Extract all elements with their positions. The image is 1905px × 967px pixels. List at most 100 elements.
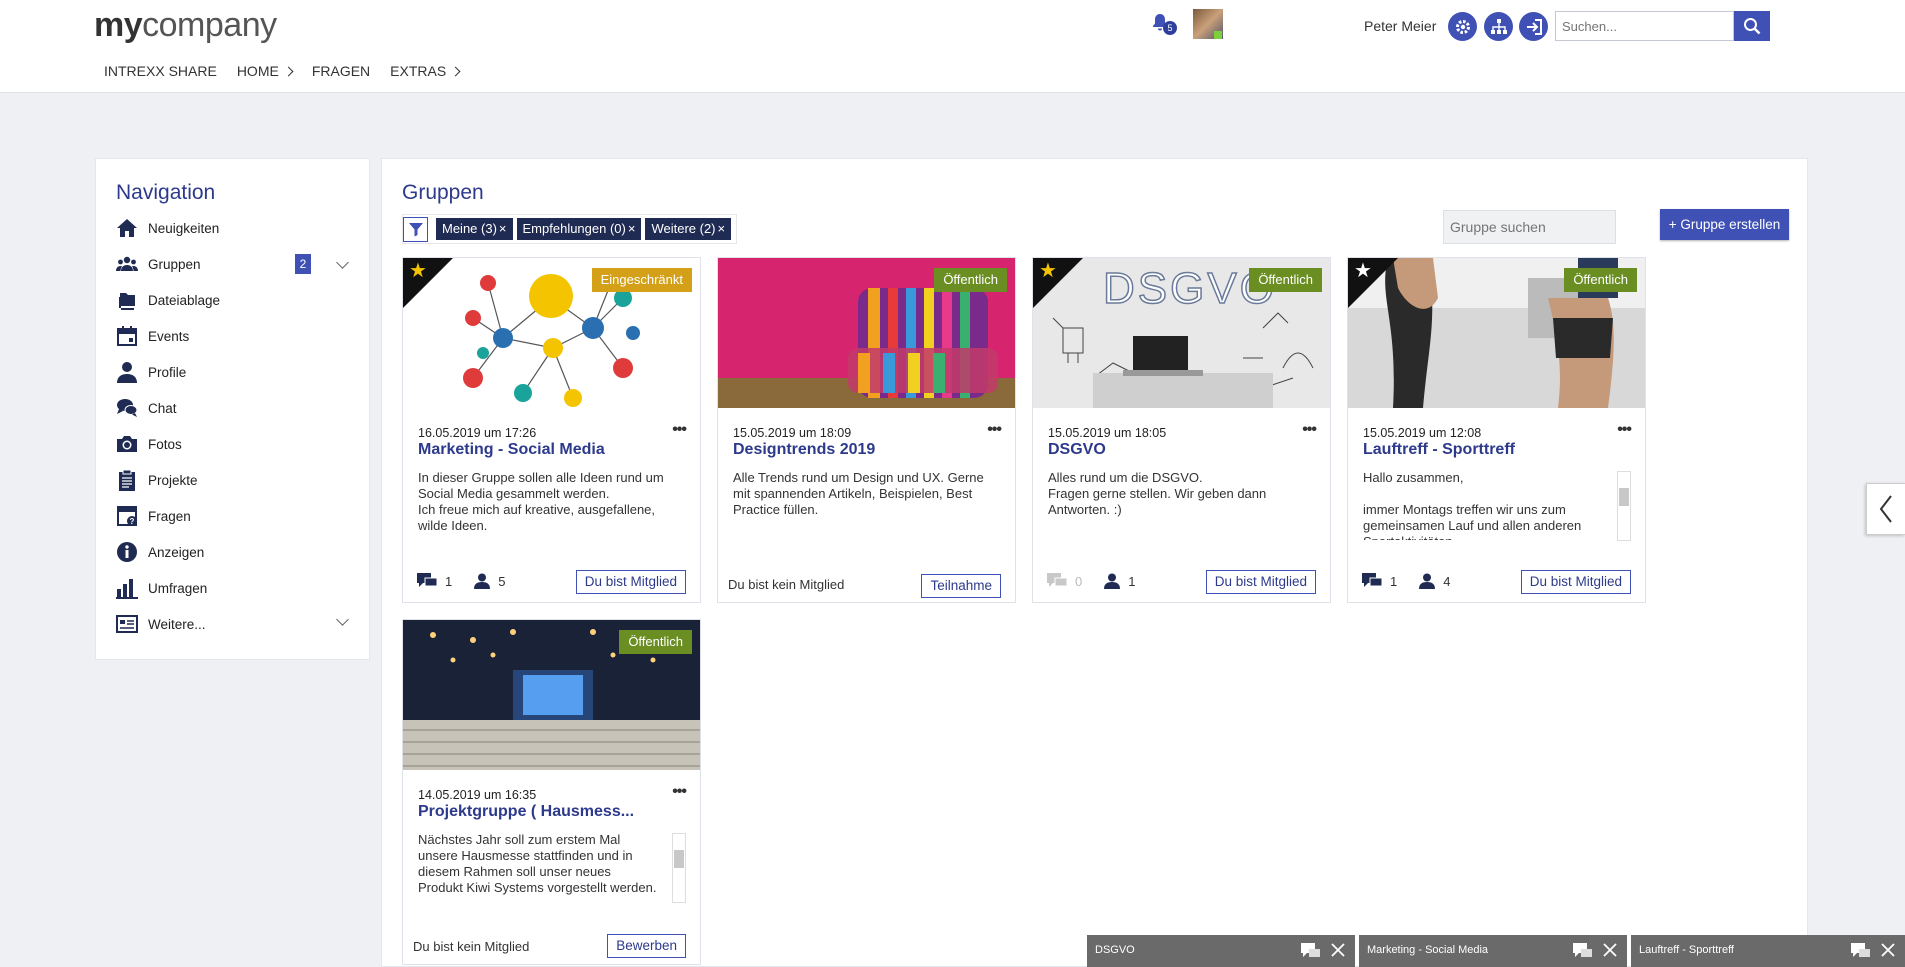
more-options-icon[interactable]: ••• (1302, 422, 1317, 438)
description-scrollbar[interactable] (1617, 471, 1631, 541)
side-panel-toggle[interactable] (1866, 483, 1905, 535)
group-card-dsgvo[interactable]: DSGVO ★ Öffentlich 15.05.2019 um 18:05 •… (1032, 257, 1331, 603)
card-footer: 1 5 Du bist Mitglied (403, 560, 700, 602)
star-outline-icon[interactable]: ★ (1354, 261, 1372, 281)
settings-button[interactable] (1448, 12, 1477, 41)
card-title[interactable]: Marketing - Social Media (418, 441, 688, 459)
star-icon[interactable]: ★ (1039, 261, 1057, 281)
group-card-designtrends[interactable]: Öffentlich 15.05.2019 um 18:09 ••• Desig… (717, 257, 1016, 603)
page-title: Gruppen (402, 181, 484, 204)
sidebar-item-projekte[interactable]: Projekte (116, 467, 356, 493)
online-status-indicator (1214, 31, 1222, 39)
info-icon (116, 541, 138, 563)
sidebar-item-label: Weitere... (148, 616, 206, 632)
sidebar-item-label: Anzeigen (148, 544, 205, 560)
sidebar-item-chat[interactable]: Chat (116, 395, 356, 421)
group-card-projektgruppe[interactable]: Öffentlich 14.05.2019 um 16:35 ••• Proje… (402, 619, 701, 965)
comments-count: 1 (1390, 573, 1398, 589)
svg-text:?: ? (130, 517, 135, 526)
visibility-tag: Öffentlich (1249, 268, 1322, 292)
search-icon (1744, 18, 1761, 35)
calendar-icon (116, 325, 138, 347)
comments-count: 1 (445, 573, 453, 589)
sidebar-item-label: Profile (148, 364, 187, 380)
chat-window-lauftreff[interactable]: Lauftreff - Sporttreff (1631, 935, 1905, 967)
sidebar-item-weitere[interactable]: Weitere... (116, 611, 356, 637)
sidebar-item-label: Dateiablage (148, 292, 221, 308)
create-group-button[interactable]: + Gruppe erstellen (1660, 209, 1789, 240)
filter-button[interactable] (403, 216, 428, 242)
global-search-input[interactable] (1555, 11, 1734, 41)
card-title[interactable]: Designtrends 2019 (733, 441, 1003, 459)
close-icon[interactable] (1881, 943, 1895, 957)
filter-chip-meine[interactable]: Meine (3) × (436, 218, 513, 240)
user-name[interactable]: Peter Meier (1364, 18, 1436, 34)
nav-intrexx-share[interactable]: INTREXX SHARE (104, 63, 217, 79)
sidebar-item-fotos[interactable]: Fotos (116, 431, 356, 457)
join-button[interactable]: Teilnahme (921, 574, 1001, 598)
groups-count-badge: 2 (295, 254, 311, 274)
more-options-icon[interactable]: ••• (672, 784, 687, 800)
close-icon[interactable]: × (499, 218, 507, 240)
nav-extras[interactable]: EXTRAS (390, 63, 461, 79)
chat-window-marketing[interactable]: Marketing - Social Media (1359, 935, 1627, 967)
star-icon[interactable]: ★ (409, 261, 427, 281)
sidebar-item-gruppen[interactable]: Gruppen (116, 251, 356, 277)
logout-button[interactable] (1519, 12, 1548, 41)
sidebar-item-umfragen[interactable]: Umfragen (116, 575, 356, 601)
members-count: 5 (498, 573, 506, 589)
person-icon (474, 573, 491, 589)
company-logo[interactable]: mycompany (94, 6, 277, 45)
sidebar-item-fragen[interactable]: ? Fragen (116, 503, 356, 529)
close-icon[interactable]: × (628, 218, 636, 240)
membership-button[interactable]: Du bist Mitglied (575, 570, 686, 594)
sidebar-item-events[interactable]: Events (116, 323, 356, 349)
chat-window-dsgvo[interactable]: DSGVO (1087, 935, 1355, 967)
card-title[interactable]: DSGVO (1048, 441, 1318, 459)
members-count: 4 (1443, 573, 1451, 589)
top-header: mycompany INTREXX SHARE HOME FRAGEN EXTR… (0, 0, 1905, 93)
sidebar-item-label: Chat (148, 400, 177, 416)
global-search-button[interactable] (1734, 11, 1770, 41)
sitemap-button[interactable] (1484, 12, 1513, 41)
description-scrollbar[interactable] (672, 833, 686, 903)
chat-window-title: DSGVO (1095, 944, 1135, 956)
more-options-icon[interactable]: ••• (1617, 422, 1632, 438)
nav-home[interactable]: HOME (237, 63, 294, 79)
card-description: Alle Trends rund um Design und UX. Gerne… (733, 470, 984, 517)
comments-icon (417, 573, 437, 587)
card-title[interactable]: Projektgruppe ( Hausmess... (418, 803, 688, 821)
group-card-lauftreff[interactable]: ★ Öffentlich 15.05.2019 um 12:08 ••• Lau… (1347, 257, 1646, 603)
top-nav: INTREXX SHARE HOME FRAGEN EXTRAS (104, 63, 461, 79)
gear-icon (1455, 19, 1470, 34)
sidebar-item-dateiablage[interactable]: Dateiablage (116, 287, 356, 313)
sidebar-title: Navigation (116, 181, 216, 204)
close-icon[interactable] (1331, 943, 1345, 957)
filter-chip-empfehlungen[interactable]: Empfehlungen (0) × (516, 218, 642, 240)
group-card-marketing[interactable]: ★ Eingeschränkt 16.05.2019 um 17:26 ••• … (402, 257, 701, 603)
card-title[interactable]: Lauftreff - Sporttreff (1363, 441, 1633, 459)
more-options-icon[interactable]: ••• (987, 422, 1002, 438)
close-icon[interactable] (1603, 943, 1617, 957)
chevron-left-icon (1879, 495, 1892, 523)
sidebar-item-neuigkeiten[interactable]: Neuigkeiten (116, 215, 356, 241)
more-options-icon[interactable]: ••• (672, 422, 687, 438)
comments-icon (1047, 573, 1067, 587)
filter-chip-weitere[interactable]: Weitere (2) × (645, 218, 732, 240)
visibility-tag: Öffentlich (1564, 268, 1637, 292)
card-date: 16.05.2019 um 17:26 (418, 426, 537, 440)
sidebar-item-label: Events (148, 328, 190, 344)
chat-icon[interactable] (1573, 941, 1593, 959)
sidebar-item-profile[interactable]: Profile (116, 359, 356, 385)
close-icon[interactable]: × (718, 218, 726, 240)
apply-button[interactable]: Bewerben (607, 934, 686, 958)
sidebar-item-label: Gruppen (148, 256, 201, 272)
sidebar-item-anzeigen[interactable]: Anzeigen (116, 539, 356, 565)
chat-icon[interactable] (1851, 941, 1871, 959)
chat-icon[interactable] (1301, 941, 1321, 959)
membership-button[interactable]: Du bist Mitglied (1520, 570, 1631, 594)
membership-button[interactable]: Du bist Mitglied (1205, 570, 1316, 594)
card-footer: Du bist kein Mitglied Teilnahme (718, 560, 1015, 602)
nav-fragen[interactable]: FRAGEN (312, 63, 370, 79)
group-search-input[interactable] (1443, 210, 1616, 244)
